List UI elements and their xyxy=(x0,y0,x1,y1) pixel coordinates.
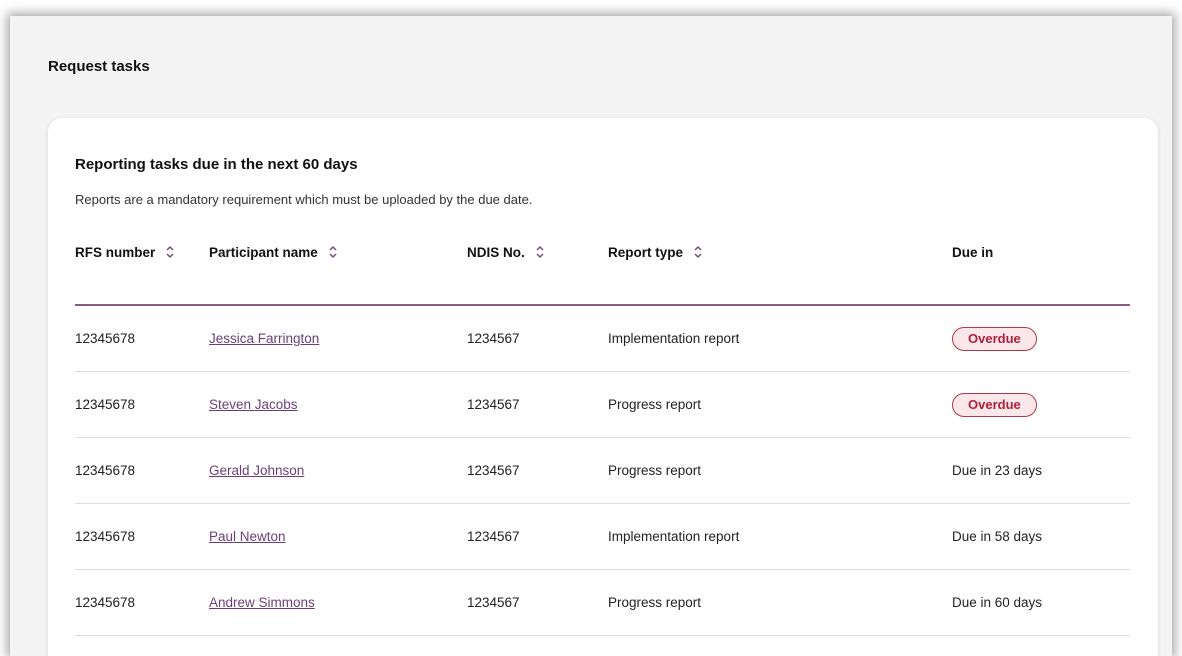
header-due-in: Due in xyxy=(952,228,1130,306)
report-type-cell: Progress report xyxy=(608,569,952,636)
app-frame: Request tasks Reporting tasks due in the… xyxy=(10,16,1172,656)
rfs-number-cell: 12345678 xyxy=(75,437,209,504)
reporting-tasks-card: Reporting tasks due in the next 60 days … xyxy=(48,118,1158,656)
ndis-number-cell: 1234567 xyxy=(467,437,608,504)
participant-name-cell: Andrew Simmons xyxy=(209,569,467,636)
participant-name-cell: Jessica Farrington xyxy=(209,305,467,372)
report-type-cell: Progress report xyxy=(608,371,952,438)
ndis-number-cell: 1234567 xyxy=(467,305,608,372)
header-ndis-no[interactable]: NDIS No. xyxy=(467,228,608,306)
header-label: Report type xyxy=(608,244,684,260)
ndis-number-cell: 1234567 xyxy=(467,371,608,438)
sort-arrows-icon[interactable] xyxy=(535,245,545,259)
overdue-badge: Overdue xyxy=(952,326,1037,351)
overdue-badge: Overdue xyxy=(952,392,1037,417)
header-report-type[interactable]: Report type xyxy=(608,228,952,306)
tasks-table: RFS number Participant name NDIS No. Rep… xyxy=(75,228,1130,636)
sort-arrows-icon[interactable] xyxy=(328,245,338,259)
card-description: Reports are a mandatory requirement whic… xyxy=(75,192,533,207)
report-type-cell: Progress report xyxy=(608,437,952,504)
participant-link[interactable]: Andrew Simmons xyxy=(209,595,315,610)
participant-link[interactable]: Jessica Farrington xyxy=(209,331,319,346)
header-label: NDIS No. xyxy=(467,244,525,260)
report-type-cell: Implementation report xyxy=(608,305,952,372)
rfs-number-cell: 12345678 xyxy=(75,305,209,372)
participant-link[interactable]: Paul Newton xyxy=(209,529,286,544)
ndis-number-cell: 1234567 xyxy=(467,503,608,570)
participant-name-cell: Paul Newton xyxy=(209,503,467,570)
due-in-cell: Due in 58 days xyxy=(952,503,1130,570)
due-in-cell: Due in 23 days xyxy=(952,437,1130,504)
header-label: Participant name xyxy=(209,244,318,260)
header-label: Due in xyxy=(952,244,994,260)
table-row: 12345678 Andrew Simmons 1234567 Progress… xyxy=(75,569,1130,636)
report-type-cell: Implementation report xyxy=(608,503,952,570)
due-in-cell: Due in 60 days xyxy=(952,569,1130,636)
due-in-cell: Overdue xyxy=(952,305,1130,372)
table-row: 12345678 Paul Newton 1234567 Implementat… xyxy=(75,503,1130,570)
table-row: 12345678 Gerald Johnson 1234567 Progress… xyxy=(75,437,1130,504)
table-row: 12345678 Steven Jacobs 1234567 Progress … xyxy=(75,371,1130,438)
card-title: Reporting tasks due in the next 60 days xyxy=(75,156,358,173)
page-title: Request tasks xyxy=(48,58,150,75)
participant-name-cell: Gerald Johnson xyxy=(209,437,467,504)
header-label: RFS number xyxy=(75,244,156,260)
participant-link[interactable]: Steven Jacobs xyxy=(209,397,298,412)
header-rfs-number[interactable]: RFS number xyxy=(75,228,209,306)
rfs-number-cell: 12345678 xyxy=(75,503,209,570)
due-in-cell: Overdue xyxy=(952,371,1130,438)
table-row: 12345678 Jessica Farrington 1234567 Impl… xyxy=(75,305,1130,372)
sort-arrows-icon[interactable] xyxy=(165,245,175,259)
ndis-number-cell: 1234567 xyxy=(467,569,608,636)
table-header-row: RFS number Participant name NDIS No. Rep… xyxy=(75,228,1130,306)
participant-link[interactable]: Gerald Johnson xyxy=(209,463,304,478)
participant-name-cell: Steven Jacobs xyxy=(209,371,467,438)
rfs-number-cell: 12345678 xyxy=(75,569,209,636)
header-participant-name[interactable]: Participant name xyxy=(209,228,467,306)
sort-arrows-icon[interactable] xyxy=(693,245,703,259)
rfs-number-cell: 12345678 xyxy=(75,371,209,438)
